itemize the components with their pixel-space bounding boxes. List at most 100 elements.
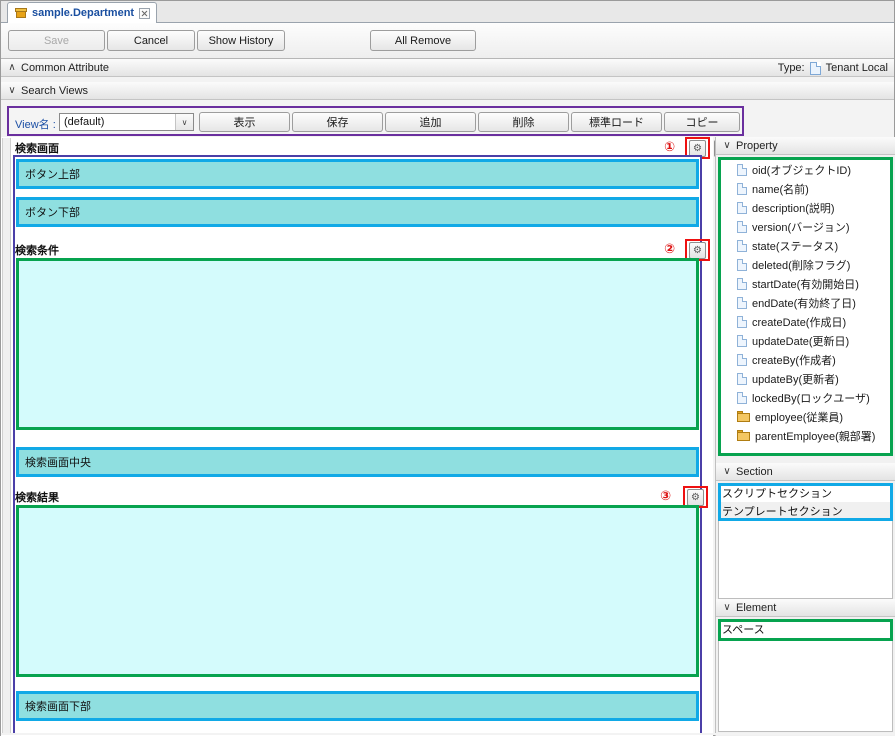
gear-icon-search-condition[interactable]: ⚙ [689, 242, 706, 259]
all-remove-button[interactable]: All Remove [370, 30, 476, 51]
panel-button-top[interactable]: ボタン上部 [16, 159, 699, 189]
chevron-down-icon[interactable]: ∨ [175, 114, 193, 130]
property-item[interactable]: updateBy(更新者) [721, 369, 890, 388]
package-box-icon [15, 7, 27, 19]
panel-button-top-label: ボタン上部 [25, 169, 80, 181]
editor-canvas: 検索画面 ① ⚙ ボタン上部 ボタン下部 検索条件 ② ⚙ 検索画面中央 検索結… [1, 137, 713, 736]
gear-icon-search-result[interactable]: ⚙ [687, 489, 704, 506]
chevron-up-icon: ∧ [8, 62, 16, 73]
element-list[interactable]: スペース [718, 619, 893, 732]
property-item[interactable]: description(説明) [721, 198, 890, 217]
file-icon [737, 239, 747, 252]
property-panel-label: Property [736, 139, 778, 152]
section-item[interactable]: スクリプトセクション [719, 484, 892, 502]
property-item-label: startDate(有効開始日) [752, 278, 859, 291]
section-panel-header[interactable]: ∨ Section [716, 463, 895, 481]
property-item[interactable]: employee(従業員) [721, 407, 890, 426]
property-item-label: employee(従業員) [755, 411, 844, 424]
property-list[interactable]: oid(オブジェクトID) name(名前) description(説明) vers… [718, 157, 893, 456]
file-icon [737, 258, 747, 271]
section-panel-label: Section [736, 465, 773, 478]
view-button-copy[interactable]: コピー [664, 112, 740, 132]
element-list-rows: スペース [719, 620, 892, 638]
property-list-rows: oid(オブジェクトID) name(名前) description(説明) vers… [721, 160, 890, 445]
file-icon [737, 163, 747, 176]
property-item[interactable]: deleted(削除フラグ) [721, 255, 890, 274]
group-label-search-result: 検索結果 [15, 492, 59, 504]
property-item[interactable]: oid(オブジェクトID) [721, 160, 890, 179]
file-icon [737, 353, 747, 366]
property-item-label: updateBy(更新者) [752, 373, 839, 386]
file-icon [737, 277, 747, 290]
tab-strip: sample.Department [1, 1, 894, 23]
property-item[interactable]: createBy(作成者) [721, 350, 890, 369]
property-item[interactable]: createDate(作成日) [721, 312, 890, 331]
cancel-button[interactable]: Cancel [107, 30, 195, 51]
property-item-label: deleted(削除フラグ) [752, 259, 851, 272]
view-button-delete[interactable]: 削除 [478, 112, 569, 132]
chevron-down-icon: ∨ [723, 140, 731, 151]
element-panel-label: Element [736, 601, 777, 614]
property-item[interactable]: state(ステータス) [721, 236, 890, 255]
section-list-rows: スクリプトセクション テンプレートセクション [719, 484, 892, 520]
panel-button-bottom[interactable]: ボタン下部 [16, 197, 699, 227]
view-button-add[interactable]: 追加 [385, 112, 476, 132]
property-item[interactable]: endDate(有効終了日) [721, 293, 890, 312]
section-item[interactable]: テンプレートセクション [719, 502, 892, 520]
view-name-value: (default) [64, 116, 105, 128]
main-toolbar: Save Cancel Show History All Remove [1, 23, 894, 59]
view-name-select[interactable]: (default) ∨ [59, 113, 194, 131]
element-panel-header[interactable]: ∨ Element [716, 599, 895, 617]
application-window: sample.Department Save Cancel Show Histo… [0, 0, 895, 736]
common-attribute-header[interactable]: ∧ Common Attribute Type: Tenant Local [1, 59, 894, 77]
show-history-button[interactable]: Show History [197, 30, 285, 51]
panel-button-bottom-label: ボタン下部 [25, 207, 80, 219]
tab-title: sample.Department [32, 7, 135, 19]
chevron-down-icon: ∨ [723, 602, 731, 613]
view-button-standard-load[interactable]: 標準ロード [571, 112, 662, 132]
marker-1: ① [664, 139, 676, 154]
panel-screen-center-label: 検索画面中央 [25, 457, 91, 469]
status-filler [1, 733, 894, 735]
panel-screen-center[interactable]: 検索画面中央 [16, 447, 699, 477]
save-button[interactable]: Save [8, 30, 105, 51]
view-toolbar: View名 : (default) ∨ 表示 保存 追加 削除 標準ロード コピ… [7, 106, 744, 136]
right-dock: ∨ Property oid(オブジェクトID) name(名前) descript… [715, 137, 895, 736]
file-icon [737, 372, 747, 385]
section-list[interactable]: スクリプトセクション テンプレートセクション [718, 483, 893, 599]
tab-sample-department[interactable]: sample.Department [7, 2, 158, 23]
property-item[interactable]: updateDate(更新日) [721, 331, 890, 350]
file-icon [737, 334, 747, 347]
file-icon [737, 220, 747, 233]
chevron-down-icon: ∨ [723, 466, 731, 477]
property-item[interactable]: version(バージョン) [721, 217, 890, 236]
drop-area-search-condition[interactable] [16, 258, 699, 430]
drop-area-search-result[interactable] [16, 505, 699, 677]
property-item[interactable]: parentEmployee(親部署) [721, 426, 890, 445]
view-name-label: View名 : [15, 119, 56, 131]
property-item[interactable]: startDate(有効開始日) [721, 274, 890, 293]
property-item[interactable]: lockedBy(ロックユーザ) [721, 388, 890, 407]
view-button-save[interactable]: 保存 [292, 112, 383, 132]
folder-icon [737, 411, 750, 422]
file-icon [737, 201, 747, 214]
file-icon [737, 391, 747, 404]
search-views-header[interactable]: ∨ Search Views [1, 82, 894, 100]
property-item-label: name(名前) [752, 183, 809, 196]
common-attribute-label: Common Attribute [21, 61, 110, 74]
element-item[interactable]: スペース [719, 620, 892, 638]
property-panel-header[interactable]: ∨ Property [716, 137, 895, 155]
type-indicator: Type: Tenant Local [778, 59, 888, 77]
property-item-label: version(バージョン) [752, 221, 850, 234]
canvas-vertical-scrollbar[interactable] [2, 138, 11, 735]
view-button-display[interactable]: 表示 [199, 112, 290, 132]
close-icon[interactable] [139, 7, 151, 19]
file-icon [737, 296, 747, 309]
document-icon [809, 61, 821, 75]
property-item-label: updateDate(更新日) [752, 335, 850, 348]
chevron-down-icon: ∨ [8, 85, 16, 96]
panel-screen-bottom[interactable]: 検索画面下部 [16, 691, 699, 721]
property-item-label: description(説明) [752, 202, 835, 215]
property-item[interactable]: name(名前) [721, 179, 890, 198]
marker-2: ② [664, 241, 676, 256]
